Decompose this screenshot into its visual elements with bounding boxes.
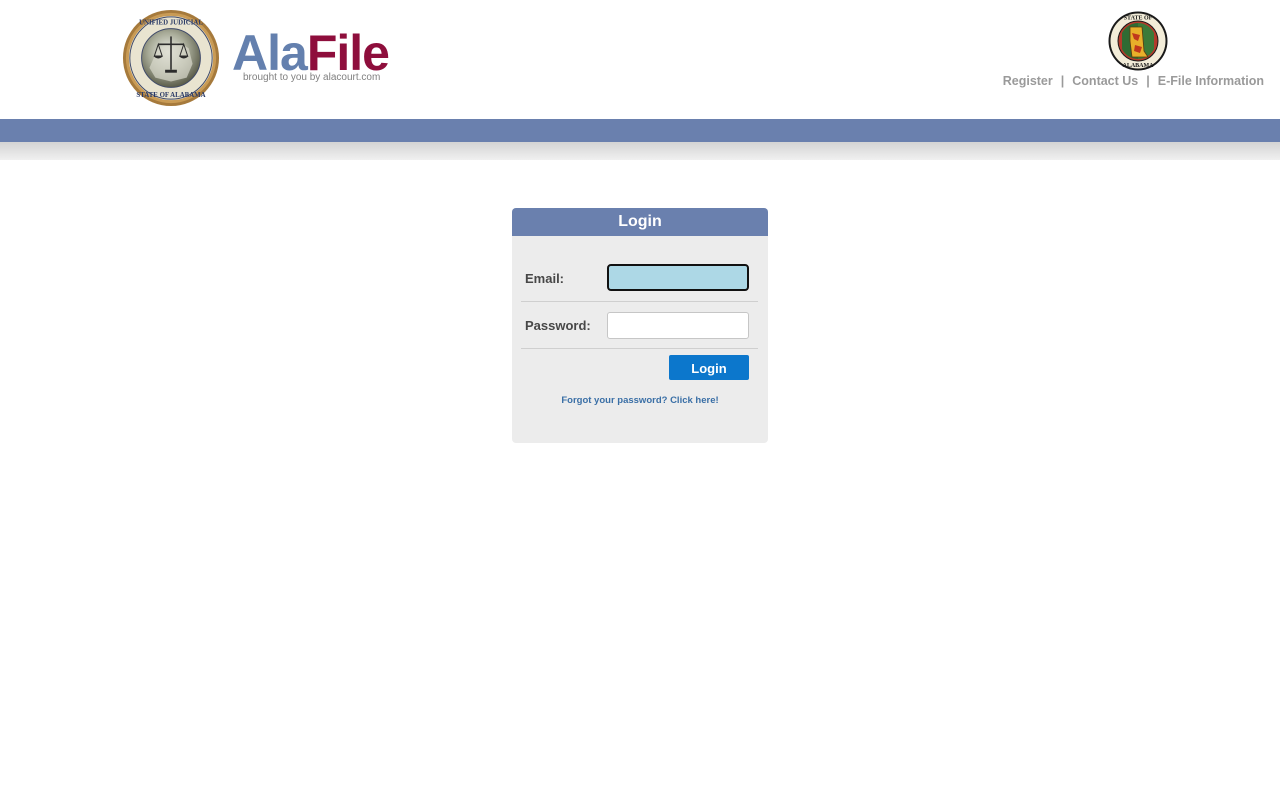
password-row: Password: xyxy=(521,302,758,349)
login-button[interactable]: Login xyxy=(669,355,749,380)
e-file-information-link[interactable]: E-File Information xyxy=(1158,74,1264,88)
svg-text:STATE OF: STATE OF xyxy=(1124,16,1153,22)
email-row: Email: xyxy=(521,255,758,302)
password-input[interactable] xyxy=(607,312,749,339)
register-link[interactable]: Register xyxy=(1003,74,1053,88)
alafile-logo[interactable]: AlaFile brought to you by alacourt.com xyxy=(232,26,402,88)
login-panel: Login Email: Password: Login Forgot your… xyxy=(512,208,768,443)
link-separator: | xyxy=(1060,74,1065,88)
email-label: Email: xyxy=(525,271,565,286)
header-gray-bar xyxy=(0,142,1280,160)
brand-tagline: brought to you by alacourt.com xyxy=(243,72,381,83)
state-of-alabama-seal-icon[interactable]: STATE OF ALABAMA xyxy=(1108,11,1168,71)
top-links: Register | Contact Us | E-File Information xyxy=(1003,74,1264,88)
site-header: UNIFIED JUDICIAL STATE OF ALABAMA AlaFil… xyxy=(0,0,1280,119)
svg-text:STATE OF ALABAMA: STATE OF ALABAMA xyxy=(136,92,205,99)
link-separator: | xyxy=(1146,74,1150,88)
svg-text:UNIFIED JUDICIAL: UNIFIED JUDICIAL xyxy=(139,20,203,27)
forgot-password-link[interactable]: Forgot your password? Click here! xyxy=(512,395,768,406)
unified-judicial-system-seal-icon[interactable]: UNIFIED JUDICIAL STATE OF ALABAMA xyxy=(122,9,220,107)
password-label: Password: xyxy=(525,318,591,333)
header-blue-bar xyxy=(0,119,1280,142)
email-input[interactable] xyxy=(607,264,749,291)
login-title: Login xyxy=(512,208,768,236)
contact-us-link[interactable]: Contact Us xyxy=(1072,74,1138,88)
svg-text:ALABAMA: ALABAMA xyxy=(1123,63,1155,69)
